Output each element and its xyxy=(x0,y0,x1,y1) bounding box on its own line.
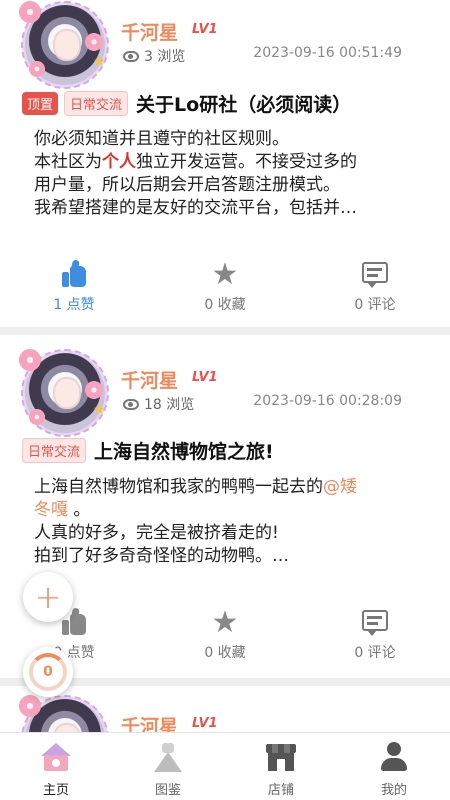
tab-me[interactable]: 我的 xyxy=(338,733,450,800)
flower-icon xyxy=(19,349,41,371)
post-divider xyxy=(0,327,450,335)
progress-button[interactable]: 0 xyxy=(23,647,73,697)
dress-icon xyxy=(151,741,185,773)
post-title[interactable]: 上海自然博物馆之旅! xyxy=(94,437,274,464)
favorite-button[interactable]: ★ 0 收藏 xyxy=(175,260,275,320)
flower-icon xyxy=(85,381,103,399)
comment-button[interactable]: 0 评论 xyxy=(325,260,425,320)
tab-label: 主页 xyxy=(42,783,69,798)
post-timestamp: 2023-09-16 00:28:09 xyxy=(253,393,402,409)
post-timestamp: 2023-09-16 00:51:49 xyxy=(253,45,402,61)
avatar[interactable]: ★ xyxy=(19,349,109,437)
user-mention[interactable]: @矮 xyxy=(323,477,357,497)
eye-icon xyxy=(123,50,139,62)
view-count: 18 浏览 xyxy=(123,394,194,414)
flower-icon xyxy=(19,695,41,717)
level-badge: LV1 xyxy=(192,370,218,385)
post-actions: 1 点赞 ★ 0 收藏 0 评论 xyxy=(0,259,450,320)
post-body-line: 我希望搭建的是友好的交流平台，包括并… xyxy=(34,198,357,218)
username[interactable]: 千河星 xyxy=(121,366,178,393)
comment-count: 0 评论 xyxy=(354,645,396,661)
username[interactable]: 千河星 xyxy=(121,18,178,45)
post-body-line: 人真的好多，完全是被挤着走的! xyxy=(34,523,279,543)
favorite-count: 0 收藏 xyxy=(204,645,246,661)
tab-label: 店铺 xyxy=(267,783,294,798)
like-button[interactable]: 1 点赞 xyxy=(24,259,124,320)
view-count-label: 3 浏览 xyxy=(144,49,186,65)
bottom-tab-bar: 主页 图鉴 店铺 我的 xyxy=(0,732,450,800)
tab-shop[interactable]: 店铺 xyxy=(225,733,337,800)
post-title[interactable]: 关于Lo研社（必须阅读） xyxy=(136,90,351,117)
create-post-button[interactable]: + xyxy=(23,572,73,622)
post-body-line: 本社区为个人独立开发运营。不接受过多的 xyxy=(34,152,357,172)
post-title-row[interactable]: 顶置 日常交流 关于Lo研社（必须阅读） xyxy=(22,90,351,117)
highlighted-text: 个人 xyxy=(102,152,136,172)
post-body[interactable]: 你必须知道并且遵守的社区规则。 本社区为个人独立开发运营。不接受过多的 用户量，… xyxy=(34,128,424,220)
star-icon: ★ xyxy=(211,605,239,640)
comment-icon xyxy=(360,608,390,638)
post-body-line: 上海自然博物馆和我家的鸭鸭一起去的@矮 xyxy=(34,477,357,497)
view-count: 3 浏览 xyxy=(123,46,185,66)
level-badge: LV1 xyxy=(192,22,218,37)
post-card[interactable]: ★ 千河星 LV1 18 浏览 2023-09-16 00:28:09 日常交流… xyxy=(0,335,450,678)
category-tag[interactable]: 日常交流 xyxy=(22,438,87,463)
flower-icon xyxy=(29,61,45,77)
favorite-count: 0 收藏 xyxy=(204,297,246,313)
star-decoration-icon: ★ xyxy=(93,402,106,418)
view-count-label: 18 浏览 xyxy=(144,397,195,413)
flower-icon xyxy=(85,33,103,51)
flower-icon xyxy=(29,409,45,425)
category-tag[interactable]: 日常交流 xyxy=(64,91,129,116)
username[interactable]: 千河星 xyxy=(121,712,178,732)
like-count: 1 点赞 xyxy=(53,297,95,313)
flower-icon xyxy=(19,1,41,23)
post-body-line: 冬嘎 。 xyxy=(34,500,91,520)
comment-button[interactable]: 0 评论 xyxy=(325,608,425,668)
plus-icon: + xyxy=(34,578,62,616)
tab-label: 图鉴 xyxy=(154,783,181,798)
comment-count: 0 评论 xyxy=(354,297,396,313)
avatar-face xyxy=(53,377,81,409)
comment-icon xyxy=(360,260,390,290)
star-icon: ★ xyxy=(211,257,239,292)
avatar[interactable]: ★ xyxy=(19,1,109,89)
tab-catalog[interactable]: 图鉴 xyxy=(112,733,224,800)
post-body-line: 你必须知道并且遵守的社区规则。 xyxy=(34,129,289,149)
tab-label: 我的 xyxy=(380,783,407,798)
shop-icon xyxy=(264,741,298,773)
home-icon xyxy=(39,741,73,773)
tab-home[interactable]: 主页 xyxy=(0,733,112,800)
avatar-face xyxy=(53,29,81,61)
post-body[interactable]: 上海自然博物馆和我家的鸭鸭一起去的@矮 冬嘎 。 人真的好多，完全是被挤着走的!… xyxy=(34,476,424,568)
level-badge: LV1 xyxy=(192,716,218,731)
post-body-line: 用户量，所以后期会开启答题注册模式。 xyxy=(34,175,340,195)
post-feed[interactable]: ★ 千河星 LV1 3 浏览 2023-09-16 00:51:49 顶置 日常… xyxy=(0,0,450,732)
pinned-tag: 顶置 xyxy=(22,92,59,115)
user-icon xyxy=(377,741,411,773)
eye-icon xyxy=(123,398,139,410)
user-mention[interactable]: 冬嘎 xyxy=(34,500,68,520)
progress-count: 0 xyxy=(43,664,53,680)
avatar[interactable] xyxy=(19,695,109,732)
post-card[interactable]: ★ 千河星 LV1 3 浏览 2023-09-16 00:51:49 顶置 日常… xyxy=(0,0,450,327)
thumbs-up-icon xyxy=(59,259,89,290)
star-decoration-icon: ★ xyxy=(93,54,106,70)
favorite-button[interactable]: ★ 0 收藏 xyxy=(175,608,275,668)
post-title-row[interactable]: 日常交流 上海自然博物馆之旅! xyxy=(22,437,274,464)
post-body-line: 拍到了好多奇奇怪怪的动物鸭。… xyxy=(34,546,289,566)
